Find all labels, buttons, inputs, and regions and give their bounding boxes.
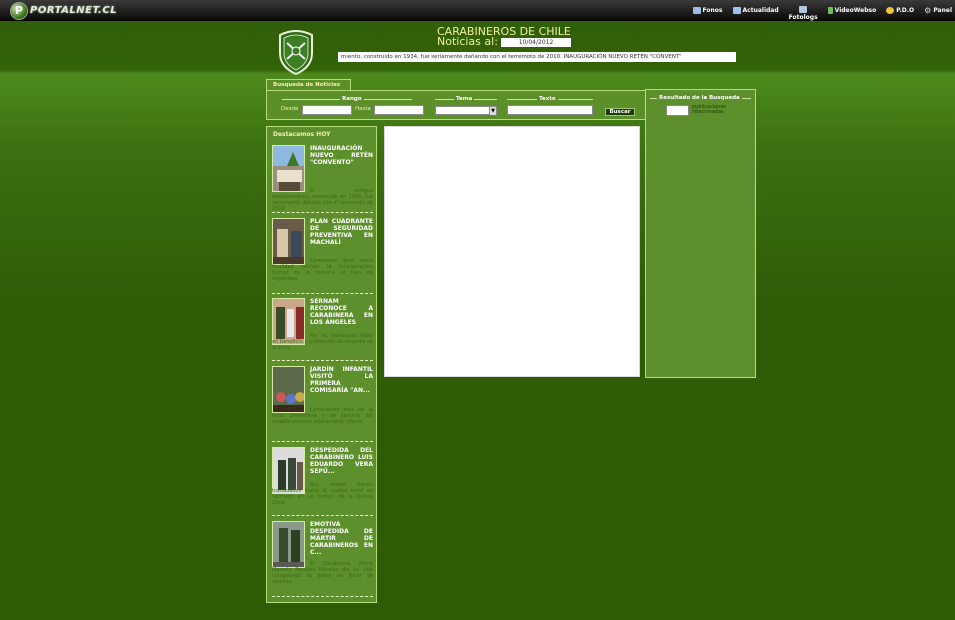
nav-fonos[interactable]: Fonos bbox=[692, 7, 723, 14]
nav-panel[interactable]: ⚙ Panel bbox=[924, 6, 952, 15]
news-headline[interactable]: JARDÍN INFANTIL VISITÓ LA PRIMERA COMISA… bbox=[310, 366, 373, 394]
news-item[interactable]: EMOTIVA DESPEDIDA DE MÁRTIR DE CARABINER… bbox=[272, 521, 373, 595]
top-nav: Fonos Actualidad Fotologs VideoWebso P.D… bbox=[692, 0, 955, 21]
smiley-icon bbox=[886, 7, 895, 14]
phone-icon bbox=[692, 7, 701, 14]
divider bbox=[272, 596, 373, 597]
newspaper-icon bbox=[732, 7, 741, 14]
gear-icon: ⚙ bbox=[924, 6, 932, 15]
news-summary: Sus restos fueron trasladados hasta la c… bbox=[272, 482, 373, 506]
news-date: 10/04/2012 bbox=[501, 38, 571, 47]
nav-fonos-label: Fonos bbox=[702, 7, 723, 14]
nav-fotologs[interactable]: Fotologs bbox=[789, 6, 818, 21]
to-label: Hasta bbox=[355, 106, 371, 112]
nav-videowebso[interactable]: VideoWebso bbox=[827, 7, 877, 14]
topic-select[interactable]: ▼ bbox=[435, 106, 497, 115]
text-fieldset: Texto bbox=[507, 96, 593, 102]
nav-actualidad-label: Actualidad bbox=[742, 7, 779, 14]
news-headline[interactable]: PLAN CUADRANTE DE SEGURIDAD PREVENTIVA E… bbox=[310, 218, 373, 246]
search-results-panel: Resultado de la Busqueda publicaciones r… bbox=[645, 89, 756, 378]
results-count-field bbox=[666, 105, 689, 116]
range-legend: Rango bbox=[340, 96, 364, 102]
nav-actualidad[interactable]: Actualidad bbox=[732, 7, 779, 14]
logo-mark: P bbox=[10, 1, 28, 20]
news-headline[interactable]: EMOTIVA DESPEDIDA DE MÁRTIR DE CARABINER… bbox=[310, 521, 373, 556]
news-viewer bbox=[384, 126, 640, 377]
news-summary: El Carabinero Mario Marcelo Paredes Mora… bbox=[272, 561, 373, 585]
news-headline[interactable]: DESPEDIDA DEL CARABINERO LUIS EDUARDO VE… bbox=[310, 447, 373, 475]
top-bar: P PORTALNET.CL Fonos Actualidad Fotologs… bbox=[0, 0, 955, 21]
news-item[interactable]: DESPEDIDA DEL CARABINERO LUIS EDUARDO VE… bbox=[272, 447, 373, 519]
camera-icon bbox=[799, 6, 808, 13]
featured-title: Destacamos HOY bbox=[273, 131, 331, 138]
results-legend: Resultado de la Busqueda bbox=[657, 95, 742, 101]
video-icon bbox=[827, 7, 833, 14]
nav-pdo[interactable]: P.D.O bbox=[886, 7, 914, 14]
nav-panel-label: Panel bbox=[933, 7, 952, 14]
news-headline[interactable]: SERNAM RECONOCE A CARABINERA EN LOS ÁNGE… bbox=[310, 298, 373, 326]
news-summary: El antiguo destacamento, construido en 1… bbox=[272, 188, 373, 212]
carabineros-shield-logo bbox=[276, 29, 316, 76]
from-date-input[interactable] bbox=[302, 105, 352, 115]
chevron-down-icon: ▼ bbox=[489, 107, 496, 115]
divider bbox=[272, 293, 373, 294]
results-count-label: publicaciones relacionadas bbox=[692, 104, 727, 115]
news-summary: Por su destacada labor en beneficio y pr… bbox=[272, 333, 373, 351]
divider bbox=[272, 360, 373, 361]
search-text-input[interactable] bbox=[507, 105, 593, 115]
search-button[interactable]: Buscar bbox=[605, 108, 635, 116]
from-label: Desde bbox=[281, 106, 299, 112]
divider bbox=[272, 441, 373, 442]
featured-sidebar: Destacamos HOY INAUGURACIÓN NUEVO RETÉN … bbox=[266, 126, 377, 603]
news-date-label: Noticias al: bbox=[437, 35, 498, 48]
news-ticker[interactable]: miento, construido en 1934, fue seriamen… bbox=[338, 52, 736, 62]
news-thumbnail[interactable] bbox=[272, 366, 305, 413]
news-summary: Conociendo más de la labor preventiva y … bbox=[272, 407, 373, 425]
divider bbox=[272, 515, 373, 516]
news-item[interactable]: JARDÍN INFANTIL VISITÓ LA PRIMERA COMISA… bbox=[272, 366, 373, 438]
news-item[interactable]: PLAN CUADRANTE DE SEGURIDAD PREVENTIVA E… bbox=[272, 218, 373, 290]
divider bbox=[272, 212, 373, 213]
search-panel: Rango Desde Hasta Tema ▼ Texto Buscar bbox=[266, 90, 646, 120]
portal-logo[interactable]: P PORTALNET.CL bbox=[10, 1, 117, 20]
nav-fotologs-label: Fotologs bbox=[788, 14, 818, 21]
news-item[interactable]: SERNAM RECONOCE A CARABINERA EN LOS ÁNGE… bbox=[272, 298, 373, 358]
news-thumbnail[interactable] bbox=[272, 145, 305, 192]
nav-videowebso-label: VideoWebso bbox=[834, 7, 877, 14]
news-headline[interactable]: INAUGURACIÓN NUEVO RETÉN "CONVENTO" bbox=[310, 145, 373, 166]
topic-legend: Tema bbox=[454, 96, 475, 102]
news-item[interactable]: INAUGURACIÓN NUEVO RETÉN "CONVENTO" El a… bbox=[272, 145, 373, 215]
text-legend: Texto bbox=[537, 96, 558, 102]
logo-text: PORTALNET.CL bbox=[30, 5, 118, 16]
topic-fieldset: Tema bbox=[435, 96, 497, 102]
nav-pdo-label: P.D.O bbox=[896, 7, 915, 14]
results-fieldset: Resultado de la Busqueda bbox=[650, 95, 751, 101]
news-summary: Ceremonia llevó como finalidad realizar … bbox=[272, 258, 373, 282]
range-fieldset: Rango bbox=[282, 96, 412, 102]
to-date-input[interactable] bbox=[374, 105, 424, 115]
